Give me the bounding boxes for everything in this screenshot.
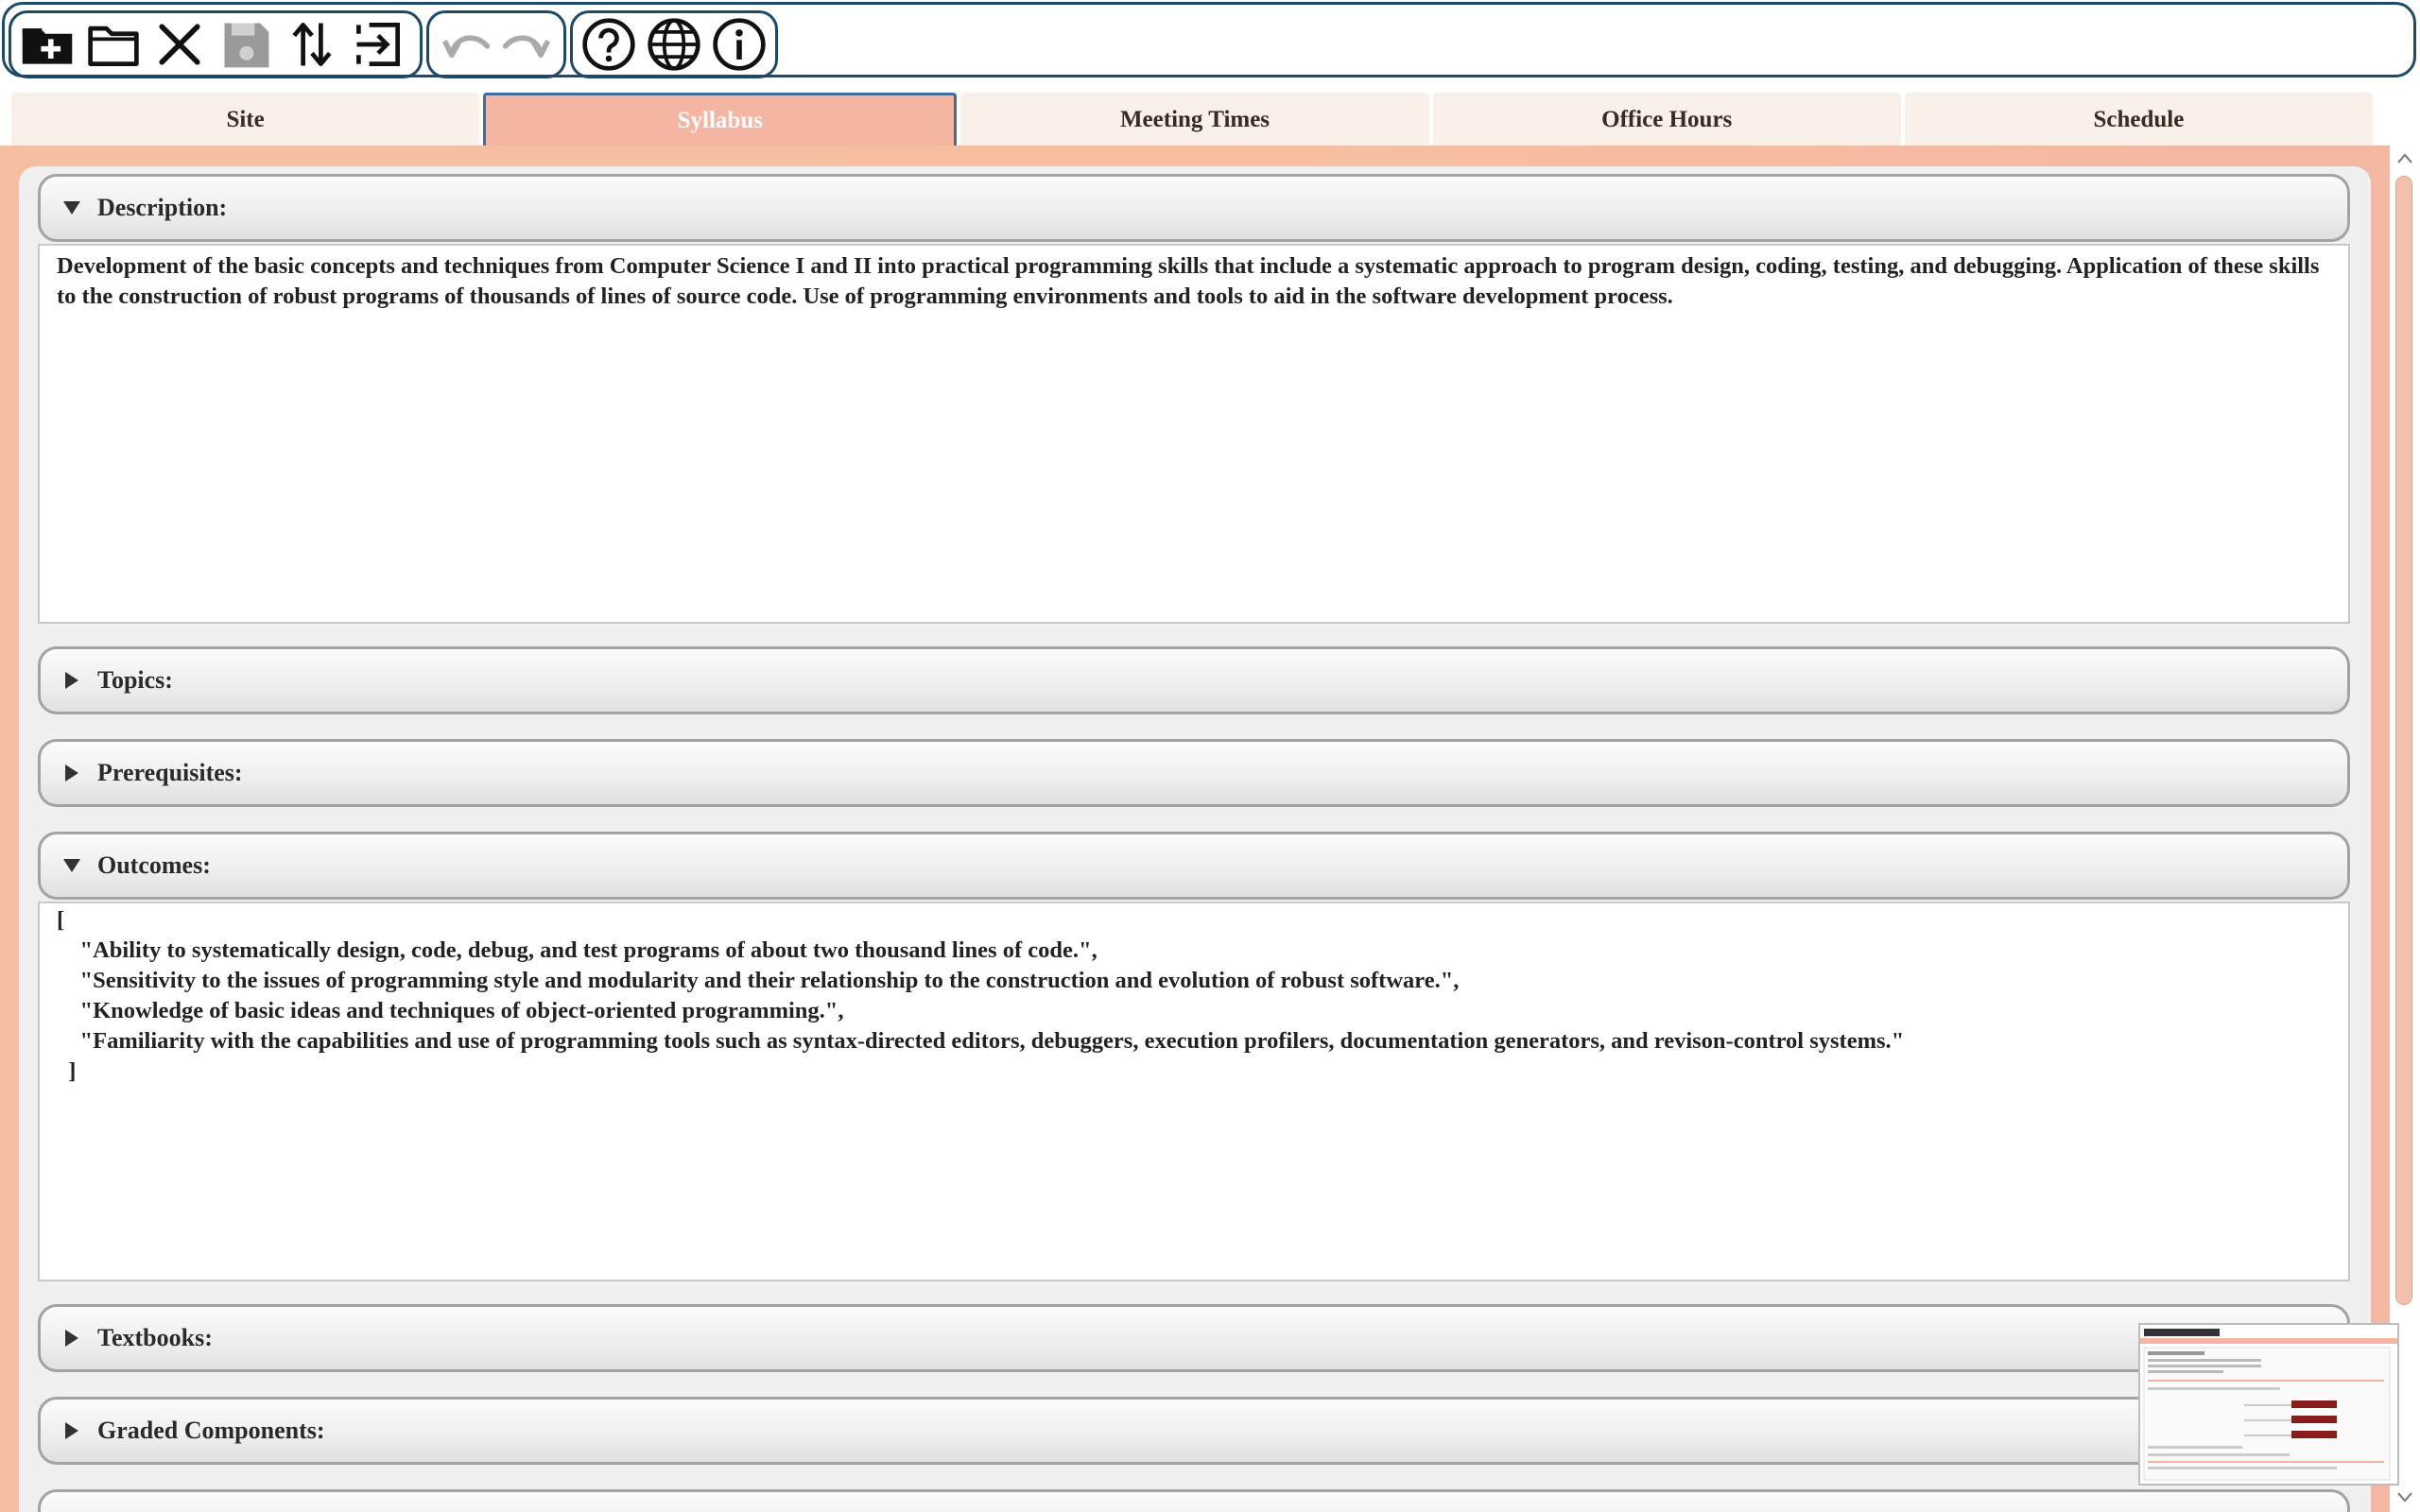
- syllabus-pane: Description: Development of the basic co…: [0, 146, 2390, 1512]
- tab-site[interactable]: Site: [11, 93, 480, 146]
- tab-label: Syllabus: [677, 108, 763, 133]
- section-label: Textbooks:: [97, 1324, 213, 1351]
- syllabus-panel: Description: Development of the basic co…: [19, 166, 2371, 1512]
- about-button[interactable]: [710, 14, 769, 75]
- tab-label: Office Hours: [1601, 106, 1733, 132]
- toolbar: [2, 2, 2416, 78]
- globe-icon: [648, 18, 700, 71]
- help-question-icon: [582, 18, 635, 71]
- topics-header[interactable]: Topics:: [38, 646, 2350, 714]
- tab-syllabus[interactable]: Syllabus: [483, 93, 958, 146]
- tab-schedule[interactable]: Schedule: [1904, 93, 2374, 146]
- undo-button[interactable]: [435, 14, 493, 75]
- exit-button[interactable]: [348, 14, 408, 75]
- outcomes-textarea[interactable]: [ "Ability to systematically design, cod…: [38, 902, 2350, 1281]
- tab-label: Meeting Times: [1119, 106, 1270, 132]
- close-x-icon: [159, 24, 200, 65]
- vertical-scrollbar[interactable]: [2390, 146, 2420, 1512]
- prerequisites-header[interactable]: Prerequisites:: [38, 739, 2350, 807]
- info-icon: [713, 18, 766, 71]
- collapsed-triangle-icon: [63, 1330, 80, 1347]
- tab-bar: Site Syllabus Meeting Times Office Hours…: [11, 93, 2374, 146]
- collapsed-triangle-icon: [63, 672, 80, 689]
- page-preview-thumbnail[interactable]: [2138, 1323, 2399, 1486]
- help-button[interactable]: [579, 14, 638, 75]
- sort-arrows-icon: [292, 23, 332, 66]
- textbooks-header[interactable]: Textbooks:: [38, 1304, 2350, 1372]
- section-label: Description:: [97, 194, 228, 221]
- tab-meeting-times[interactable]: Meeting Times: [960, 93, 1429, 146]
- save-button[interactable]: [216, 14, 276, 75]
- next-section-header[interactable]: [38, 1489, 2350, 1512]
- scroll-up-icon[interactable]: [2395, 149, 2414, 168]
- tab-label: Schedule: [2093, 106, 2185, 132]
- section-label: Outcomes:: [97, 851, 211, 879]
- export-button[interactable]: [282, 14, 342, 75]
- scroll-thumb[interactable]: [2395, 176, 2412, 1305]
- open-button[interactable]: [83, 14, 144, 75]
- expanded-triangle-icon: [63, 199, 80, 216]
- save-disk-icon: [224, 23, 269, 68]
- section-label: Topics:: [97, 666, 173, 694]
- language-button[interactable]: [644, 14, 703, 75]
- redo-icon: [502, 35, 551, 59]
- file-toolbar-group: [9, 10, 423, 78]
- outcomes-header[interactable]: Outcomes:: [38, 832, 2350, 900]
- section-label: Graded Components:: [97, 1417, 325, 1444]
- close-button[interactable]: [149, 14, 210, 75]
- tab-office-hours[interactable]: Office Hours: [1432, 93, 1901, 146]
- collapsed-triangle-icon: [63, 765, 80, 782]
- expanded-triangle-icon: [63, 857, 80, 874]
- preview-image: [2140, 1329, 2397, 1481]
- redo-button[interactable]: [499, 14, 558, 75]
- edit-toolbar-group: [426, 10, 566, 78]
- collapsed-triangle-icon: [63, 1422, 80, 1439]
- section-label: Prerequisites:: [97, 759, 243, 786]
- new-folder-plus-icon: [22, 28, 73, 64]
- open-folder-icon: [88, 26, 139, 66]
- graded-components-header[interactable]: Graded Components:: [38, 1397, 2350, 1465]
- new-button[interactable]: [17, 14, 78, 75]
- undo-icon: [441, 35, 491, 59]
- description-textarea[interactable]: Development of the basic concepts and te…: [38, 244, 2350, 624]
- help-toolbar-group: [570, 10, 778, 78]
- scroll-down-icon[interactable]: [2395, 1487, 2414, 1506]
- tab-label: Site: [226, 106, 265, 132]
- description-header[interactable]: Description:: [38, 174, 2350, 242]
- exit-arrow-icon: [356, 23, 400, 66]
